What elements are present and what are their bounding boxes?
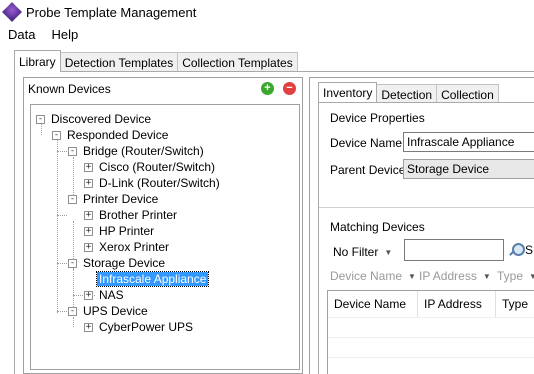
tree-node-brother-printer[interactable]: + Brother Printer — [84, 207, 179, 223]
tree-node-label: Xerox Printer — [99, 240, 170, 254]
tab-inventory[interactable]: Inventory — [318, 82, 378, 102]
tab-detection-templates[interactable]: Detection Templates — [59, 52, 179, 72]
column-filter-label: Device Name — [330, 269, 403, 283]
tab-collection-templates[interactable]: Collection Templates — [177, 52, 298, 72]
grid-header-device-name[interactable]: Device Name — [328, 291, 418, 317]
expand-icon[interactable]: + — [84, 242, 93, 252]
column-filter-type[interactable]: Type ▼ — [497, 269, 534, 283]
add-icon[interactable]: + — [261, 82, 274, 95]
collapse-icon[interactable]: - — [68, 146, 77, 156]
expand-icon[interactable]: + — [84, 162, 93, 172]
tree-node-label: CyberPower UPS — [99, 320, 194, 334]
device-name-label: Device Name: — [330, 136, 406, 150]
tab-collection[interactable]: Collection — [436, 84, 499, 102]
tree-node-responded-device[interactable]: - Responded Device — [52, 127, 170, 143]
tree-node-label: Bridge (Router/Switch) — [83, 144, 204, 158]
chevron-down-icon: ▼ — [384, 247, 393, 257]
collapse-icon[interactable]: - — [68, 306, 77, 316]
matching-devices-grid[interactable]: Device Name IP Address Type — [327, 290, 534, 374]
known-devices-group: Known Devices + − - Discovered Device - … — [23, 77, 303, 374]
tree-node-label: Responded Device — [67, 128, 169, 142]
probe-app-icon — [4, 4, 20, 20]
device-properties-title: Device Properties — [330, 111, 425, 125]
tree-node-label: Storage Device — [83, 256, 166, 270]
grid-header-ip-address[interactable]: IP Address — [418, 291, 496, 317]
remove-icon[interactable]: − — [283, 82, 296, 95]
tree-node-label: UPS Device — [83, 304, 148, 318]
filter-dropdown[interactable]: No Filter ▼ — [333, 241, 392, 263]
search-button-label[interactable]: S — [525, 243, 533, 257]
tree-node-bridge[interactable]: - Bridge (Router/Switch) — [68, 143, 206, 159]
tree-node-hp-printer[interactable]: + HP Printer — [84, 223, 156, 239]
title-bar: Probe Template Management — [0, 0, 534, 24]
chevron-down-icon: ▼ — [482, 271, 491, 281]
tab-library[interactable]: Library — [14, 50, 61, 72]
tab-detection[interactable]: Detection — [376, 84, 438, 102]
matching-devices-title: Matching Devices — [330, 220, 425, 234]
tree-node-label: NAS — [99, 288, 124, 302]
collapse-icon[interactable]: - — [36, 114, 45, 124]
menu-bar: Data Help — [0, 24, 534, 44]
tree-node-label: Discovered Device — [51, 112, 152, 126]
tree-node-printer-device[interactable]: - Printer Device — [68, 191, 160, 207]
chevron-down-icon: ▼ — [408, 271, 416, 281]
collapse-icon[interactable]: - — [68, 258, 77, 268]
device-name-field[interactable]: Infrascale Appliance — [403, 132, 534, 152]
tree-node-label: HP Printer — [99, 224, 155, 238]
grid-header-type[interactable]: Type — [496, 291, 534, 317]
detail-tab-strip: Inventory Detection Collection — [318, 82, 499, 102]
section-divider — [319, 207, 534, 208]
window-title: Probe Template Management — [26, 4, 197, 20]
tree-node-label: D-Link (Router/Switch) — [99, 176, 220, 190]
tree-node-label: Infrascale Appliance — [95, 271, 210, 287]
collapse-icon[interactable]: - — [52, 130, 61, 140]
search-icon[interactable] — [508, 243, 525, 257]
column-filter-ip-address[interactable]: IP Address ▼ — [419, 269, 491, 283]
known-devices-header: Known Devices + − — [24, 78, 302, 100]
expand-icon[interactable]: + — [84, 226, 93, 236]
expand-icon[interactable]: + — [84, 178, 93, 188]
tree-node-xerox-printer[interactable]: + Xerox Printer — [84, 239, 171, 255]
expand-icon[interactable]: + — [84, 322, 93, 332]
tree-node-cyberpower-ups[interactable]: + CyberPower UPS — [84, 319, 195, 335]
main-tab-strip: Library Detection Templates Collection T… — [14, 50, 298, 72]
tree-node-ups-device[interactable]: - UPS Device — [68, 303, 150, 319]
column-filter-label: IP Address — [419, 269, 477, 283]
tree-node-label: Brother Printer — [99, 208, 178, 222]
tree-node-label: Cisco (Router/Switch) — [99, 160, 216, 174]
filter-label: No Filter — [333, 245, 379, 259]
expand-icon[interactable]: + — [84, 290, 93, 300]
grid-row — [328, 317, 534, 318]
collapse-icon[interactable]: - — [68, 194, 77, 204]
grid-row — [328, 357, 534, 358]
tree-node-cisco[interactable]: + Cisco (Router/Switch) — [84, 159, 217, 175]
grid-row — [328, 337, 534, 338]
column-filter-label: Type — [497, 269, 524, 283]
parent-device-select[interactable]: Storage Device — [403, 159, 534, 179]
tree-node-discovered-device[interactable]: - Discovered Device — [36, 111, 153, 127]
device-detail-pane: Inventory Detection Collection Device Pr… — [309, 77, 534, 374]
known-devices-title: Known Devices — [28, 82, 111, 96]
tree-node-storage-device[interactable]: - Storage Device — [68, 255, 167, 271]
expand-icon[interactable]: + — [84, 210, 93, 220]
tree-node-dlink[interactable]: + D-Link (Router/Switch) — [84, 175, 222, 191]
tree-node-infrascale-appliance[interactable]: Infrascale Appliance — [84, 271, 210, 287]
parent-device-label: Parent Device: — [330, 163, 409, 177]
menu-data[interactable]: Data — [0, 27, 43, 42]
device-tree[interactable]: - Discovered Device - Responded Device -… — [30, 104, 300, 370]
tree-node-nas[interactable]: + NAS — [84, 287, 126, 303]
tree-node-label: Printer Device — [83, 192, 159, 206]
filter-search-input[interactable] — [404, 239, 504, 261]
column-filter-device-name[interactable]: Device Name ▼ — [330, 269, 416, 283]
chevron-down-icon: ▼ — [529, 271, 534, 281]
menu-help[interactable]: Help — [43, 27, 86, 42]
